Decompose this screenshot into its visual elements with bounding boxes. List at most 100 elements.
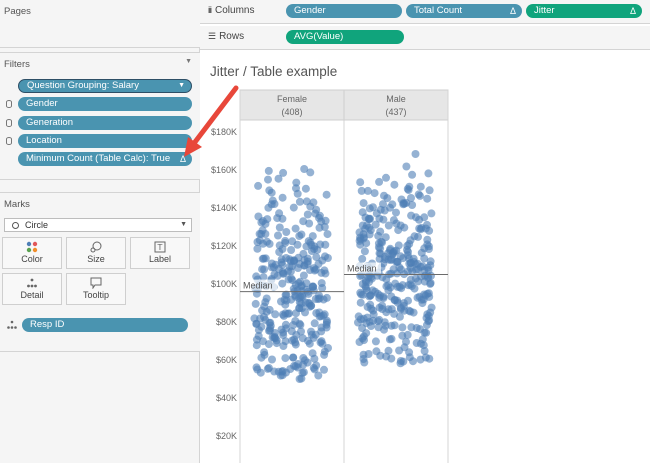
data-point	[271, 260, 280, 269]
viz-area[interactable]: Jitter / Table example Female (408) Male (4…	[200, 54, 650, 463]
data-point	[366, 291, 375, 300]
data-point	[415, 292, 424, 301]
data-point	[425, 354, 434, 363]
filter-pill-question-grouping[interactable]: Question Grouping: Salary ▼	[18, 79, 192, 93]
filter-pill-label: Generation	[26, 117, 74, 128]
data-point	[291, 338, 300, 347]
data-point	[356, 298, 365, 307]
data-point	[412, 339, 421, 347]
data-point	[405, 240, 414, 248]
y-tick-label: $20K	[216, 431, 237, 441]
column-pill-total-count[interactable]: Total Count Δ	[406, 4, 522, 18]
y-tick-label: $100K	[211, 279, 237, 289]
column-pill-jitter[interactable]: Jitter Δ	[526, 4, 642, 18]
pane-header-label: Male	[386, 94, 406, 104]
data-point	[303, 210, 312, 219]
color-button[interactable]: Color	[2, 237, 62, 269]
data-point	[405, 259, 414, 268]
data-point	[380, 191, 388, 200]
columns-shelf[interactable]: iii Columns Gender Total Count Δ Jitter Δ	[200, 0, 650, 24]
data-point	[311, 209, 320, 218]
dropdown-arrow-icon[interactable]: ▼	[178, 80, 185, 91]
detail-button[interactable]: Detail	[2, 273, 62, 305]
data-point	[310, 319, 319, 328]
data-point	[289, 203, 298, 212]
label-button[interactable]: T Label	[130, 237, 190, 269]
data-point	[264, 340, 273, 349]
color-button-label: Color	[21, 254, 43, 264]
data-point	[369, 203, 377, 212]
data-point	[414, 232, 422, 241]
data-point	[302, 197, 311, 206]
data-point	[374, 239, 383, 248]
column-pill-label: Gender	[294, 5, 326, 16]
filter-pill-generation[interactable]: Generation	[18, 116, 192, 130]
data-point	[320, 350, 329, 359]
size-button[interactable]: Size	[66, 237, 126, 269]
database-icon	[6, 119, 12, 127]
data-point	[275, 223, 284, 232]
column-pill-gender[interactable]: Gender	[286, 4, 402, 18]
data-point	[360, 247, 369, 256]
data-point	[371, 220, 380, 229]
filter-pill-label: Minimum Count (Table Calc): True	[26, 153, 171, 164]
filters-card[interactable]: Filters ▼ Question Grouping: Salary ▼ Ge…	[0, 52, 200, 180]
caret-down-icon[interactable]: ▼	[185, 58, 192, 65]
data-point	[322, 190, 331, 199]
data-point	[312, 309, 321, 318]
pane-header-count: (437)	[385, 107, 406, 117]
data-point	[410, 284, 419, 293]
marks-card-title: Marks	[4, 199, 30, 210]
marks-field-resp-id[interactable]: Resp ID	[22, 318, 188, 332]
data-point	[281, 236, 290, 245]
data-point	[293, 240, 302, 249]
label-button-label: Label	[148, 254, 172, 264]
data-point	[297, 230, 306, 239]
data-point	[375, 293, 384, 302]
data-point	[294, 253, 303, 262]
pages-card[interactable]: Pages	[0, 0, 200, 48]
pane-header-count: (408)	[281, 107, 302, 117]
data-point	[382, 173, 390, 182]
data-point	[420, 213, 429, 222]
data-point	[285, 255, 294, 264]
data-point	[314, 295, 323, 304]
data-point	[268, 196, 277, 205]
data-point	[279, 168, 288, 177]
mark-type-select[interactable]: Circle ▼	[4, 218, 192, 232]
row-pill-avg-value[interactable]: AVG(Value)	[286, 30, 404, 44]
marks-field-label: Resp ID	[30, 319, 65, 330]
scatter-chart[interactable]: Female (408) Male (437) $180K $160K $140K $120K…	[200, 54, 650, 463]
data-point	[359, 199, 368, 208]
detail-button-label: Detail	[20, 290, 44, 300]
filter-pill-gender[interactable]: Gender	[18, 97, 192, 111]
data-point	[425, 186, 434, 195]
size-button-label: Size	[87, 254, 105, 264]
data-point	[356, 178, 365, 187]
columns-shelf-label: Columns	[215, 5, 255, 16]
y-tick-label: $180K	[211, 127, 237, 137]
data-point	[389, 249, 398, 258]
chevron-down-icon[interactable]: ▼	[180, 219, 187, 231]
y-tick-label: $40K	[216, 393, 237, 403]
data-point	[274, 231, 282, 240]
database-icon	[6, 100, 12, 108]
data-point	[375, 177, 384, 186]
table-calc-delta-icon: Δ	[509, 6, 516, 16]
data-point	[365, 317, 374, 326]
data-point	[423, 194, 432, 203]
filters-card-title: Filters	[4, 59, 30, 70]
filter-pill-minimum-count[interactable]: Minimum Count (Table Calc): True Δ	[18, 152, 192, 166]
data-point	[396, 359, 405, 368]
data-point	[266, 321, 275, 330]
filter-pill-location[interactable]: Location	[18, 134, 192, 148]
rows-shelf[interactable]: ☰ Rows AVG(Value)	[200, 26, 650, 50]
data-point	[320, 266, 329, 275]
data-point	[289, 353, 298, 362]
data-point	[384, 286, 393, 295]
data-point	[294, 294, 303, 303]
data-point	[260, 348, 269, 357]
data-point	[308, 232, 317, 241]
tooltip-button[interactable]: Tooltip	[66, 273, 126, 305]
data-point	[363, 186, 372, 195]
